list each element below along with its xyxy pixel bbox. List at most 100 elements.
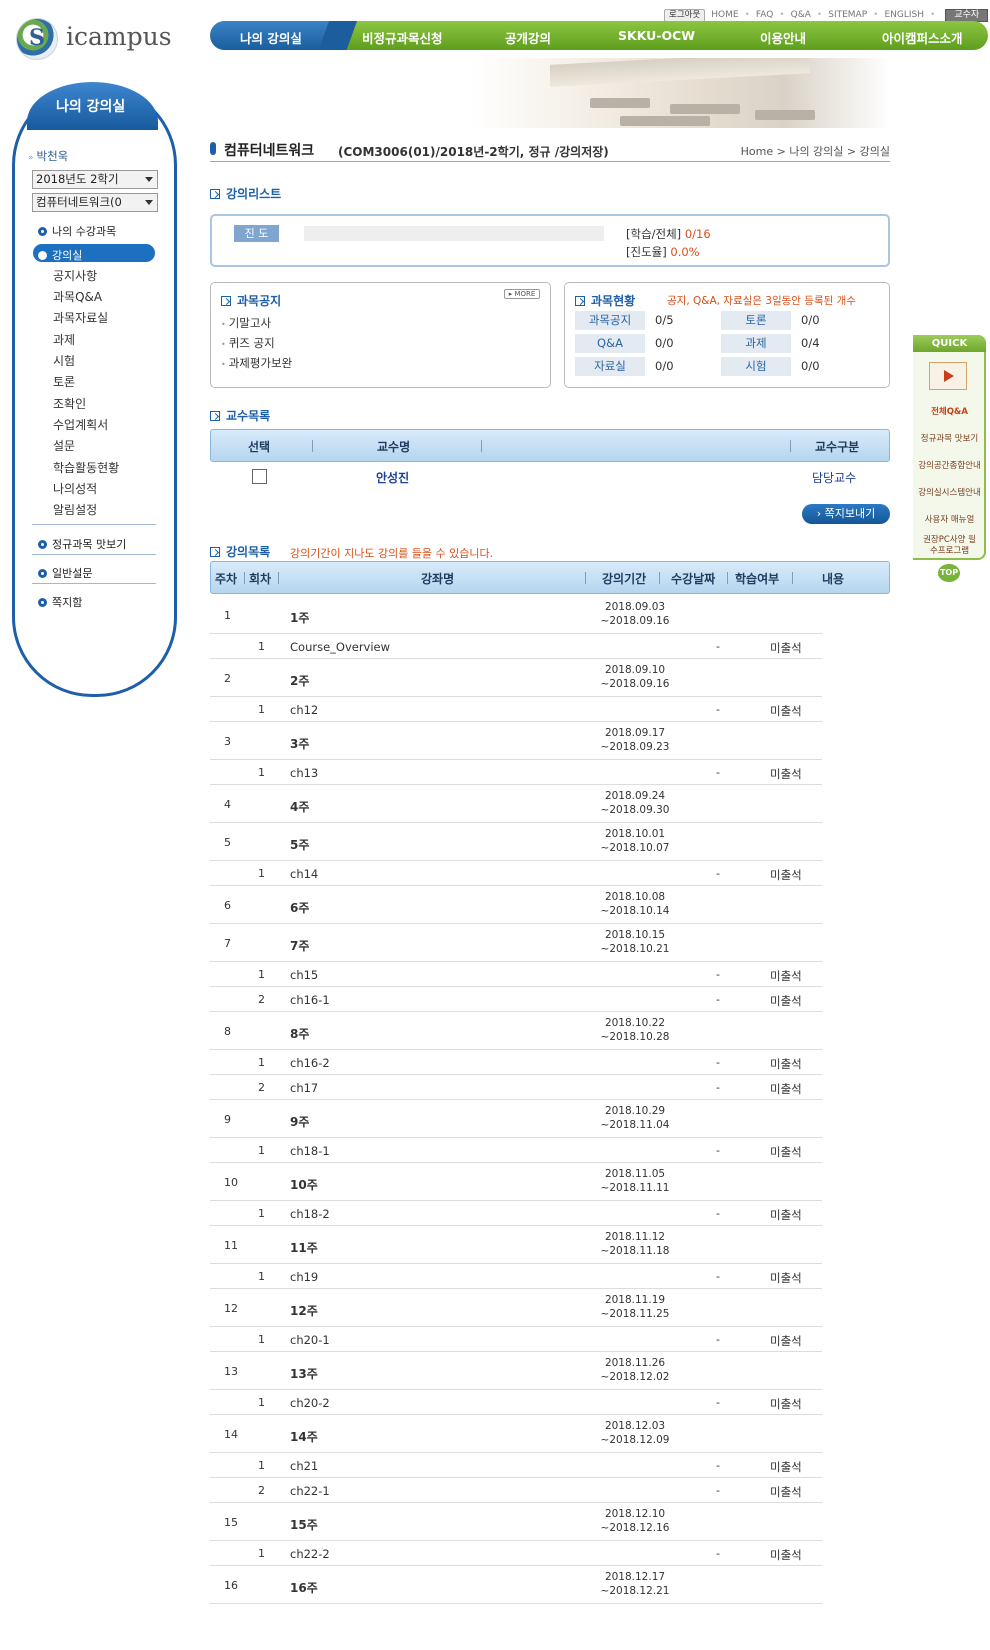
notice-item[interactable]: 과제평가보완 xyxy=(221,355,292,371)
lecture-title[interactable]: Course_Overview xyxy=(290,640,390,654)
quick-space-guide[interactable]: 강의공간종합안내 xyxy=(913,461,986,472)
lecture-row[interactable]: 2 ch22-1 - 미출석 xyxy=(210,1478,822,1503)
lecture-row[interactable]: 1 ch15 - 미출석 xyxy=(210,962,822,987)
nav-sub-assignment[interactable]: 과제 xyxy=(53,331,75,348)
notice-item[interactable]: 기말고사 xyxy=(221,315,271,331)
lecture-title[interactable]: ch13 xyxy=(290,766,318,780)
nav-sub-discussion[interactable]: 토론 xyxy=(53,373,75,390)
period-start: 2018.12.03 xyxy=(604,1420,666,1432)
gnb-about[interactable]: 아이캠퍼스소개 xyxy=(882,28,963,47)
stat-discussion-label[interactable]: 토론 xyxy=(721,311,791,330)
lecture-title[interactable]: ch14 xyxy=(290,867,318,881)
quick-pc-spec[interactable]: 권장PC사양 필수프로그램 xyxy=(913,535,986,557)
week-number: 15 xyxy=(224,1516,238,1529)
nav-classroom[interactable]: 강의실 xyxy=(38,247,82,263)
lecture-title[interactable]: ch22-2 xyxy=(290,1547,330,1561)
lecture-row[interactable]: 2 ch16-1 - 미출석 xyxy=(210,987,822,1012)
gnb-skku-ocw[interactable]: SKKU-OCW xyxy=(618,28,695,43)
lecture-title[interactable]: ch12 xyxy=(290,703,318,717)
quick-regular-preview[interactable]: 정규과목 맛보기 xyxy=(913,434,986,445)
stat-assignment-label[interactable]: 과제 xyxy=(721,334,791,353)
lecture-title[interactable]: ch22-1 xyxy=(290,1484,330,1498)
lecture-row[interactable]: 1 ch18-2 - 미출석 xyxy=(210,1201,822,1226)
util-link-faq[interactable]: FAQ xyxy=(756,10,773,20)
period-start: 2018.10.29 xyxy=(604,1105,666,1117)
nav-sub-activity[interactable]: 학습활동현황 xyxy=(53,459,119,476)
lecture-title[interactable]: ch16-2 xyxy=(290,1056,330,1070)
nav-messages[interactable]: 쪽지함 xyxy=(38,594,82,610)
semester-select[interactable]: 2018년도 2학기 xyxy=(32,170,158,189)
nav-general-survey[interactable]: 일반설문 xyxy=(38,565,92,581)
lecture-title[interactable]: ch16-1 xyxy=(290,993,330,1007)
nav-sub-grades[interactable]: 나의성적 xyxy=(53,480,97,497)
lecture-title[interactable]: ch17 xyxy=(290,1081,318,1095)
th-separator xyxy=(481,440,482,452)
lecture-title[interactable]: ch18-1 xyxy=(290,1144,330,1158)
lecture-row[interactable]: 1 ch20-2 - 미출석 xyxy=(210,1390,822,1415)
send-message-button[interactable]: › 쪽지보내기 xyxy=(802,504,890,524)
stat-notice-label[interactable]: 과목공지 xyxy=(575,311,645,330)
logo[interactable]: S icampus xyxy=(16,18,172,60)
nav-regular-preview[interactable]: 정규과목 맛보기 xyxy=(38,536,126,552)
period-start: 2018.09.10 xyxy=(604,664,666,676)
lecture-title[interactable]: ch18-2 xyxy=(290,1207,330,1221)
professor-select-checkbox[interactable] xyxy=(252,469,267,484)
banner-desk xyxy=(620,116,710,126)
bullet-icon xyxy=(38,250,47,260)
lecture-row[interactable]: 1 ch19 - 미출석 xyxy=(210,1264,822,1289)
lecture-row[interactable]: 1 Course_Overview - 미출석 xyxy=(210,634,822,659)
lecture-row[interactable]: 1 ch13 - 미출석 xyxy=(210,760,822,785)
attend-date: - xyxy=(716,1484,720,1497)
top-button[interactable]: TOP xyxy=(938,564,960,582)
util-link-qna[interactable]: Q&A xyxy=(791,10,811,20)
nav-sub-materials[interactable]: 과목자료실 xyxy=(53,309,108,326)
course-select[interactable]: 컴퓨터네트워크(0 xyxy=(32,193,158,212)
quick-all-qna[interactable]: 전체Q&A xyxy=(913,407,986,418)
gnb-guide[interactable]: 이용안내 xyxy=(760,28,806,47)
lecture-title[interactable]: ch15 xyxy=(290,968,318,982)
lecture-row[interactable]: 1 ch20-1 - 미출석 xyxy=(210,1327,822,1352)
util-sep: • xyxy=(873,10,879,20)
notice-item[interactable]: 퀴즈 공지 xyxy=(221,335,275,351)
stat-materials-label[interactable]: 자료실 xyxy=(575,357,645,376)
lecture-title[interactable]: ch21 xyxy=(290,1459,318,1473)
nav-sub-notice[interactable]: 공지사항 xyxy=(53,267,97,284)
quick-system-guide[interactable]: 강의실시스템안내 xyxy=(913,488,986,499)
book-icon[interactable] xyxy=(929,362,967,390)
professor-name[interactable]: 안성진 xyxy=(376,469,409,486)
lecture-row[interactable]: 1 ch18-1 - 미출석 xyxy=(210,1138,822,1163)
week-row: 14 14주 2018.12.03 ~2018.12.09 xyxy=(210,1415,822,1453)
nav-sub-group[interactable]: 조확인 xyxy=(53,395,86,412)
lecture-title[interactable]: ch20-1 xyxy=(290,1333,330,1347)
gnb-open-lecture[interactable]: 공개강의 xyxy=(505,28,551,47)
nav-sub-survey[interactable]: 설문 xyxy=(53,437,75,454)
stat-qna-label[interactable]: Q&A xyxy=(575,334,645,353)
banner-desk xyxy=(755,110,815,120)
util-link-home[interactable]: HOME xyxy=(711,10,738,20)
lecture-row[interactable]: 1 ch21 - 미출석 xyxy=(210,1453,822,1478)
week-row: 5 5주 2018.10.01 ~2018.10.07 xyxy=(210,823,822,861)
stat-exam-label[interactable]: 시험 xyxy=(721,357,791,376)
week-row: 16 16주 2018.12.17 ~2018.12.21 xyxy=(210,1566,822,1604)
util-link-english[interactable]: ENGLISH xyxy=(884,10,924,20)
nav-sub-syllabus[interactable]: 수업계획서 xyxy=(53,416,108,433)
lecture-title[interactable]: ch19 xyxy=(290,1270,318,1284)
lecture-row[interactable]: 1 ch22-2 - 미출석 xyxy=(210,1541,822,1566)
gnb-nonregular-apply[interactable]: 비정규과목신청 xyxy=(362,28,443,47)
notice-more-button[interactable]: ▸ MORE xyxy=(504,289,540,299)
gnb-my-classroom[interactable]: 나의 강의실 xyxy=(240,28,302,47)
lecture-row[interactable]: 1 ch14 - 미출석 xyxy=(210,861,822,886)
quick-manual[interactable]: 사용자 매뉴얼 xyxy=(913,515,986,526)
lecture-row[interactable]: 2 ch17 - 미출석 xyxy=(210,1075,822,1100)
util-link-sitemap[interactable]: SITEMAP xyxy=(828,10,867,20)
nav-my-courses[interactable]: 나의 수강과목 xyxy=(38,223,116,239)
week-number: 16 xyxy=(224,1579,238,1592)
logout-button[interactable]: 로그아웃 xyxy=(664,8,706,22)
nav-sub-qna[interactable]: 과목Q&A xyxy=(53,288,102,305)
lecture-row[interactable]: 1 ch16-2 - 미출석 xyxy=(210,1050,822,1075)
nav-sub-alert-settings[interactable]: 알림설정 xyxy=(53,501,97,518)
lecture-row[interactable]: 1 ch12 - 미출석 xyxy=(210,697,822,722)
nav-sub-exam[interactable]: 시험 xyxy=(53,352,75,369)
lecture-title[interactable]: ch20-2 xyxy=(290,1396,330,1410)
role-badge[interactable]: 교수자 xyxy=(945,8,989,22)
